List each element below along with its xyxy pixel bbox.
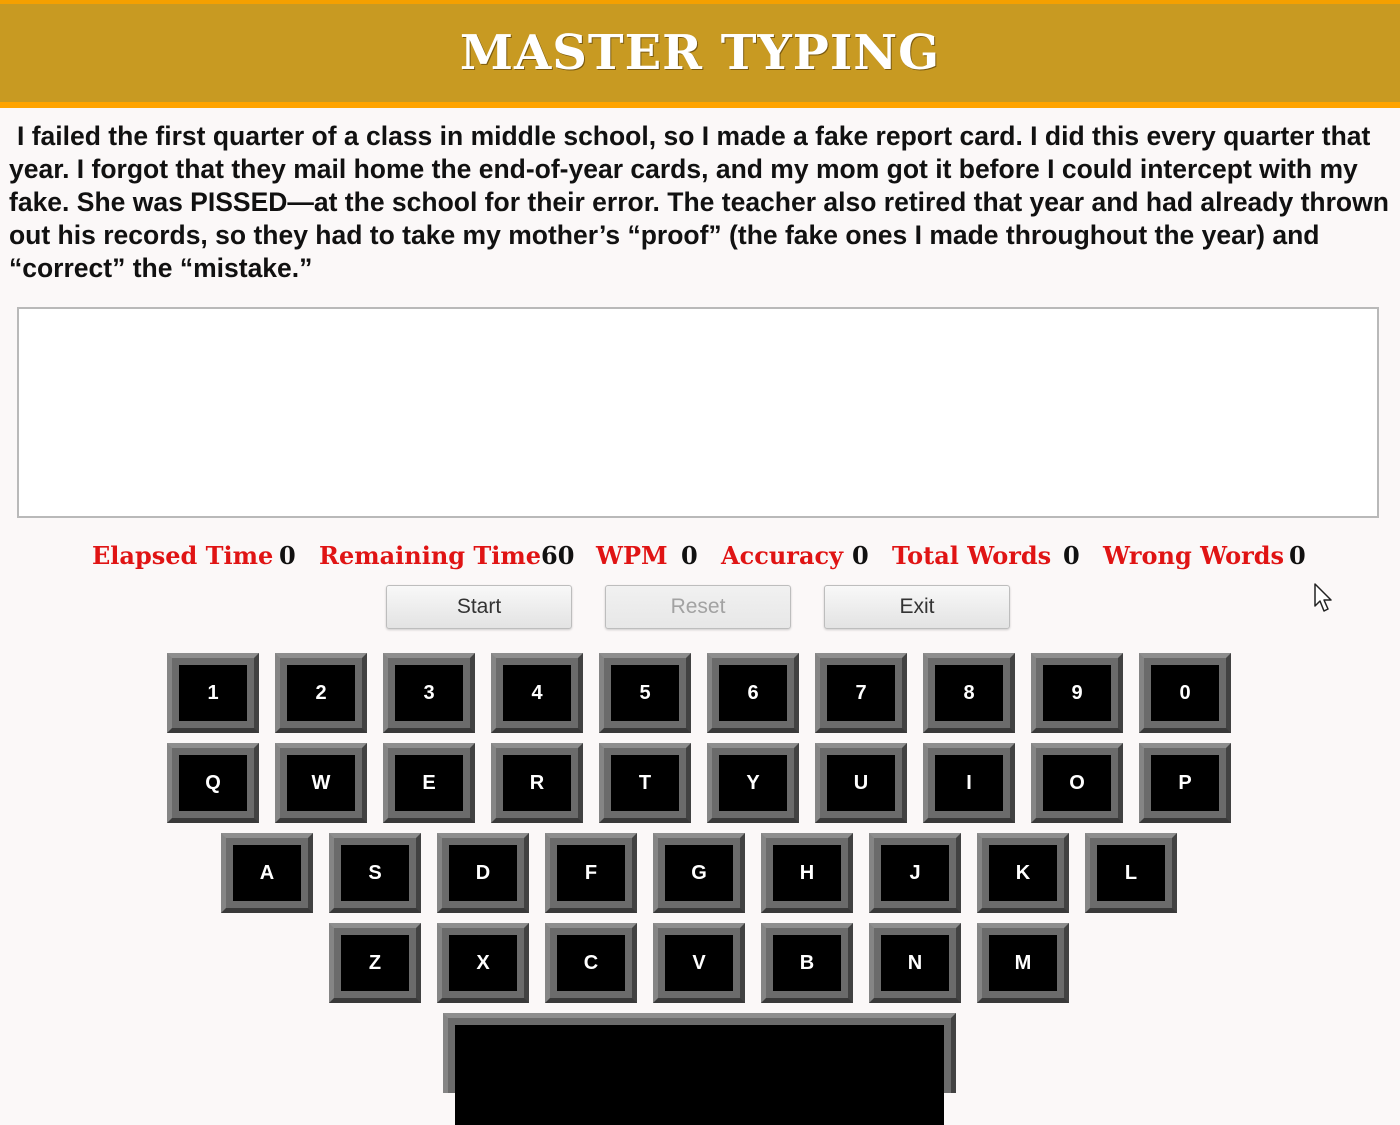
- typing-input[interactable]: [17, 307, 1379, 518]
- key-z[interactable]: Z: [329, 923, 421, 1003]
- key-label: B: [773, 935, 841, 991]
- key-e[interactable]: E: [383, 743, 475, 823]
- spacebar-label: [455, 1025, 944, 1125]
- wrong-words-label: Wrong Words: [1103, 541, 1285, 570]
- key-label: 8: [935, 665, 1003, 721]
- key-label: V: [665, 935, 733, 991]
- key-6[interactable]: 6: [707, 653, 799, 733]
- key-t[interactable]: T: [599, 743, 691, 823]
- passage-text: I failed the first quarter of a class in…: [9, 121, 1389, 283]
- remaining-time-label: Remaining Time: [319, 541, 542, 570]
- key-7[interactable]: 7: [815, 653, 907, 733]
- key-j[interactable]: J: [869, 833, 961, 913]
- wrong-words-value: 0: [1289, 541, 1306, 570]
- key-q[interactable]: Q: [167, 743, 259, 823]
- key-label: T: [611, 755, 679, 811]
- key-0[interactable]: 0: [1139, 653, 1231, 733]
- key-8[interactable]: 8: [923, 653, 1015, 733]
- wpm-value: 0: [681, 541, 698, 570]
- key-label: 0: [1151, 665, 1219, 721]
- key-n[interactable]: N: [869, 923, 961, 1003]
- key-label: 5: [611, 665, 679, 721]
- key-m[interactable]: M: [977, 923, 1069, 1003]
- elapsed-time-label: Elapsed Time: [92, 541, 274, 570]
- key-p[interactable]: P: [1139, 743, 1231, 823]
- key-label: S: [341, 845, 409, 901]
- key-label: 1: [179, 665, 247, 721]
- key-label: Y: [719, 755, 787, 811]
- key-label: J: [881, 845, 949, 901]
- key-4[interactable]: 4: [491, 653, 583, 733]
- key-label: W: [287, 755, 355, 811]
- key-9[interactable]: 9: [1031, 653, 1123, 733]
- key-c[interactable]: C: [545, 923, 637, 1003]
- key-label: R: [503, 755, 571, 811]
- key-y[interactable]: Y: [707, 743, 799, 823]
- key-a[interactable]: A: [221, 833, 313, 913]
- key-label: P: [1151, 755, 1219, 811]
- key-label: O: [1043, 755, 1111, 811]
- accuracy-label: Accuracy: [721, 541, 844, 570]
- key-label: U: [827, 755, 895, 811]
- key-label: M: [989, 935, 1057, 991]
- key-label: 3: [395, 665, 463, 721]
- key-label: X: [449, 935, 517, 991]
- app-title: MASTER TYPING: [459, 25, 941, 81]
- app-header: MASTER TYPING: [0, 0, 1400, 108]
- key-label: Z: [341, 935, 409, 991]
- key-s[interactable]: S: [329, 833, 421, 913]
- key-2[interactable]: 2: [275, 653, 367, 733]
- key-r[interactable]: R: [491, 743, 583, 823]
- key-l[interactable]: L: [1085, 833, 1177, 913]
- mouse-pointer-icon: [1314, 583, 1332, 612]
- key-label: G: [665, 845, 733, 901]
- key-label: 2: [287, 665, 355, 721]
- key-k[interactable]: K: [977, 833, 1069, 913]
- reset-button[interactable]: Reset: [605, 585, 791, 629]
- key-u[interactable]: U: [815, 743, 907, 823]
- key-b[interactable]: B: [761, 923, 853, 1003]
- key-label: 7: [827, 665, 895, 721]
- key-label: E: [395, 755, 463, 811]
- spacebar-key[interactable]: [443, 1013, 956, 1125]
- total-words-label: Total Words: [892, 541, 1052, 570]
- key-v[interactable]: V: [653, 923, 745, 1003]
- key-g[interactable]: G: [653, 833, 745, 913]
- key-label: L: [1097, 845, 1165, 901]
- exit-button[interactable]: Exit: [824, 585, 1010, 629]
- accuracy-value: 0: [852, 541, 869, 570]
- remaining-time-value: 60: [541, 541, 575, 570]
- key-3[interactable]: 3: [383, 653, 475, 733]
- start-button[interactable]: Start: [386, 585, 572, 629]
- total-words-value: 0: [1063, 541, 1080, 570]
- key-label: N: [881, 935, 949, 991]
- key-1[interactable]: 1: [167, 653, 259, 733]
- key-f[interactable]: F: [545, 833, 637, 913]
- key-label: I: [935, 755, 1003, 811]
- key-x[interactable]: X: [437, 923, 529, 1003]
- key-d[interactable]: D: [437, 833, 529, 913]
- key-label: A: [233, 845, 301, 901]
- key-label: 6: [719, 665, 787, 721]
- stats-bar: Elapsed Time 0 Remaining Time 60 WPM 0 A…: [0, 538, 1400, 574]
- key-label: Q: [179, 755, 247, 811]
- key-h[interactable]: H: [761, 833, 853, 913]
- key-w[interactable]: W: [275, 743, 367, 823]
- key-label: D: [449, 845, 517, 901]
- key-o[interactable]: O: [1031, 743, 1123, 823]
- key-label: K: [989, 845, 1057, 901]
- key-label: F: [557, 845, 625, 901]
- key-label: 4: [503, 665, 571, 721]
- wpm-label: WPM: [596, 541, 668, 570]
- key-label: H: [773, 845, 841, 901]
- key-5[interactable]: 5: [599, 653, 691, 733]
- key-label: 9: [1043, 665, 1111, 721]
- key-label: C: [557, 935, 625, 991]
- key-i[interactable]: I: [923, 743, 1015, 823]
- elapsed-time-value: 0: [279, 541, 296, 570]
